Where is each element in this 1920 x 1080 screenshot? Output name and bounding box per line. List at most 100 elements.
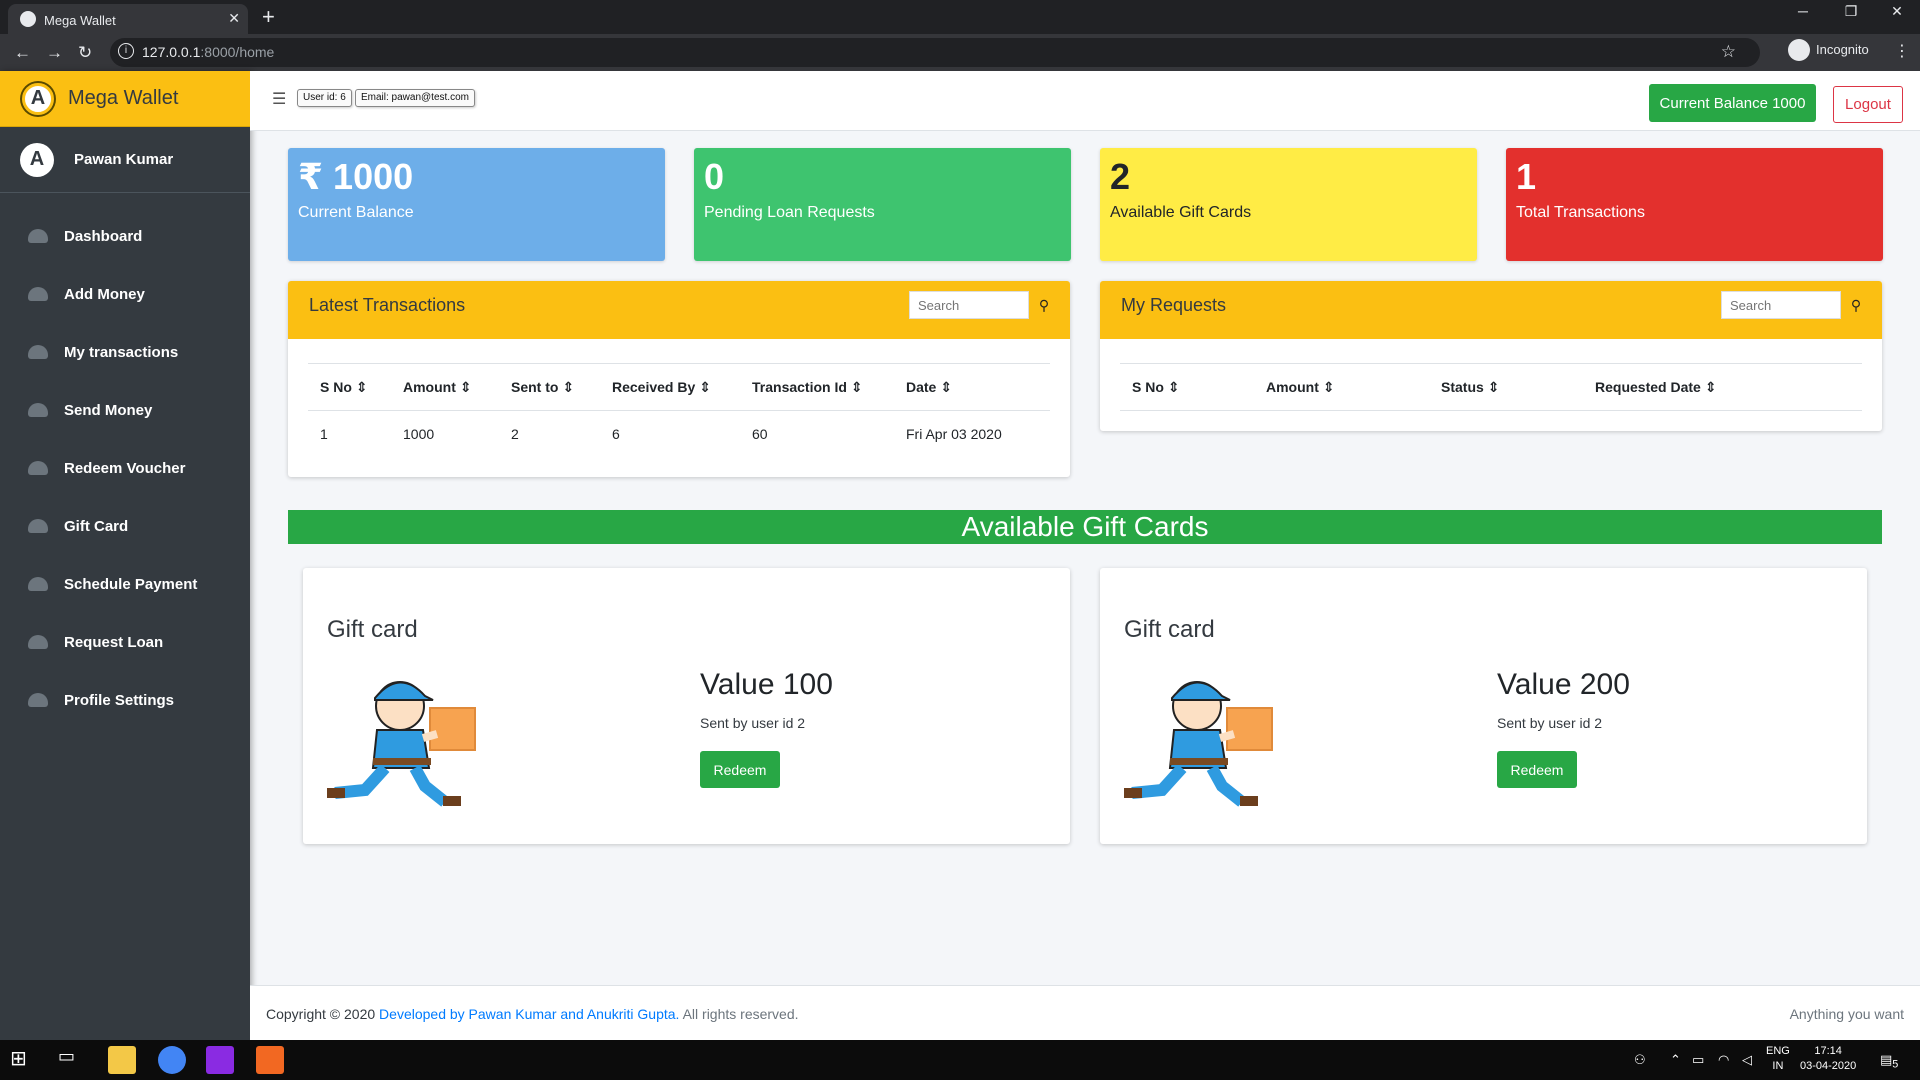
- sidebar-item-label: My transactions: [64, 343, 179, 361]
- current-balance-button[interactable]: Current Balance 1000: [1649, 84, 1816, 122]
- stat-gift-cards: 2 Available Gift Cards: [1100, 148, 1477, 261]
- top-navbar: ☰ User id: 6 Email: pawan@test.com Curre…: [250, 71, 1920, 131]
- sidebar-item-add-money[interactable]: Add Money: [0, 265, 250, 323]
- browser-tab-strip: Mega Wallet ✕ + ─ ❐ ✕: [0, 0, 1920, 34]
- transactions-table: S No ⇕ Amount ⇕ Sent to ⇕ Received By ⇕ …: [308, 363, 1050, 459]
- favicon-icon: [20, 11, 36, 27]
- sidebar-item-label: Schedule Payment: [64, 575, 198, 593]
- column-header-transaction-id[interactable]: Transaction Id ⇕: [752, 379, 863, 396]
- footer-tagline: Anything you want: [1789, 1006, 1904, 1022]
- table-cell: 60: [752, 426, 768, 442]
- volume-icon[interactable]: ◁: [1742, 1052, 1752, 1068]
- requests-search-input[interactable]: [1721, 291, 1841, 319]
- sidebar-item-dashboard[interactable]: Dashboard: [0, 207, 250, 265]
- latest-transactions-card: Latest Transactions ⚲ S No ⇕ Amount ⇕ Se…: [288, 281, 1070, 477]
- back-icon[interactable]: ←: [14, 43, 31, 63]
- file-explorer-icon[interactable]: [108, 1046, 136, 1074]
- column-header-sent-to[interactable]: Sent to ⇕: [511, 379, 574, 396]
- sidebar-item-gift-card[interactable]: Gift Card: [0, 497, 250, 555]
- sidebar-item-label: Redeem Voucher: [64, 459, 186, 477]
- sidebar-item-schedule-payment[interactable]: Schedule Payment: [0, 555, 250, 613]
- user-id-badge: User id: 6: [297, 89, 352, 107]
- brand-link[interactable]: A Mega Wallet: [0, 71, 250, 127]
- transactions-search-input[interactable]: [909, 291, 1029, 319]
- people-icon[interactable]: ⚇: [1634, 1052, 1646, 1068]
- minimize-icon[interactable]: ─: [1780, 3, 1826, 19]
- stat-current-balance: ₹ 1000 Current Balance: [288, 148, 665, 261]
- task-view-icon[interactable]: ▭: [58, 1046, 86, 1074]
- gift-card-value: Value 100: [700, 668, 833, 701]
- gift-card-title: Gift card: [327, 616, 418, 643]
- table-header-row: S No ⇕ Amount ⇕ Status ⇕ Requested Date …: [1120, 363, 1862, 411]
- close-window-icon[interactable]: ✕: [1874, 3, 1920, 20]
- xampp-icon[interactable]: [256, 1046, 284, 1074]
- notifications-icon[interactable]: ▤5: [1880, 1052, 1898, 1071]
- card-title: Latest Transactions: [309, 295, 466, 315]
- bookmark-star-icon[interactable]: ☆: [1721, 42, 1736, 62]
- gift-card-sender: Sent by user id 2: [1497, 715, 1603, 731]
- column-header-sno[interactable]: S No ⇕: [320, 379, 368, 396]
- my-requests-card: My Requests ⚲ S No ⇕ Amount ⇕ Status ⇕ R…: [1100, 281, 1882, 431]
- column-header-amount[interactable]: Amount ⇕: [1266, 379, 1335, 396]
- search-icon[interactable]: ⚲: [1842, 291, 1870, 319]
- sidebar-item-profile-settings[interactable]: Profile Settings: [0, 671, 250, 729]
- redeem-button[interactable]: Redeem: [1497, 751, 1577, 788]
- column-header-date[interactable]: Date ⇕: [906, 379, 952, 396]
- column-header-amount[interactable]: Amount ⇕: [403, 379, 472, 396]
- search-icon[interactable]: ⚲: [1030, 291, 1058, 319]
- sidebar-item-redeem-voucher[interactable]: Redeem Voucher: [0, 439, 250, 497]
- user-name: Pawan Kumar: [74, 151, 174, 168]
- dashboard-icon: [28, 693, 48, 707]
- stat-value: 2: [1110, 156, 1131, 197]
- browser-menu-icon[interactable]: ⋮: [1894, 41, 1910, 61]
- sidebar-item-send-money[interactable]: Send Money: [0, 381, 250, 439]
- email-badge: Email: pawan@test.com: [355, 89, 475, 107]
- stat-label: Total Transactions: [1516, 204, 1645, 221]
- menu-toggle-icon[interactable]: ☰: [272, 89, 286, 109]
- card-header: My Requests ⚲: [1100, 281, 1882, 339]
- developer-link[interactable]: Developed by Pawan Kumar and Anukriti Gu…: [379, 1006, 679, 1022]
- avatar: A: [20, 142, 54, 177]
- column-header-requested-date[interactable]: Requested Date ⇕: [1595, 379, 1716, 396]
- chevron-up-icon[interactable]: ⌃: [1670, 1052, 1681, 1068]
- windows-start-icon[interactable]: ⊞: [10, 1046, 38, 1074]
- browser-tab[interactable]: Mega Wallet ✕: [8, 4, 248, 34]
- incognito-icon: [1788, 39, 1810, 61]
- column-header-status[interactable]: Status ⇕: [1441, 379, 1499, 396]
- address-bar[interactable]: i 127.0.0.1:8000/home ☆: [110, 38, 1760, 67]
- sidebar-item-my-transactions[interactable]: My transactions: [0, 323, 250, 381]
- clock[interactable]: 17:14 03-04-2020: [1800, 1044, 1856, 1074]
- dashboard-icon: [28, 519, 48, 533]
- incognito-indicator[interactable]: Incognito: [1788, 39, 1869, 61]
- phpstorm-icon[interactable]: [206, 1046, 234, 1074]
- new-tab-icon[interactable]: +: [262, 4, 275, 30]
- stat-label: Available Gift Cards: [1110, 204, 1252, 221]
- sidebar-item-label: Gift Card: [64, 517, 129, 535]
- url-path: :8000/home: [200, 44, 275, 60]
- table-header-row: S No ⇕ Amount ⇕ Sent to ⇕ Received By ⇕ …: [308, 363, 1050, 411]
- browser-toolbar: ← → ↻ i 127.0.0.1:8000/home ☆ Incognito …: [0, 34, 1920, 71]
- sidebar-item-request-loan[interactable]: Request Loan: [0, 613, 250, 671]
- wifi-icon[interactable]: ◠: [1718, 1052, 1729, 1068]
- table-cell: 6: [612, 426, 620, 442]
- reload-icon[interactable]: ↻: [78, 43, 92, 63]
- info-icon[interactable]: i: [118, 43, 134, 59]
- restore-icon[interactable]: ❐: [1828, 3, 1874, 20]
- column-header-received-by[interactable]: Received By ⇕: [612, 379, 711, 396]
- redeem-button[interactable]: Redeem: [700, 751, 780, 788]
- user-panel[interactable]: A Pawan Kumar: [0, 127, 250, 193]
- column-header-sno[interactable]: S No ⇕: [1132, 379, 1180, 396]
- language-indicator[interactable]: ENG IN: [1766, 1044, 1790, 1074]
- delivery-man-icon: [327, 681, 476, 807]
- logout-button[interactable]: Logout: [1833, 86, 1903, 123]
- url-host: 127.0.0.1: [142, 44, 201, 60]
- close-tab-icon[interactable]: ✕: [228, 10, 240, 27]
- dashboard-icon: [28, 287, 48, 301]
- battery-icon[interactable]: ▭: [1692, 1052, 1704, 1068]
- brand-logo-icon: A: [22, 82, 54, 115]
- requests-table: S No ⇕ Amount ⇕ Status ⇕ Requested Date …: [1120, 363, 1862, 411]
- gift-card: Gift card Value 100 Sent by user id 2 Re…: [303, 568, 1070, 844]
- chrome-icon[interactable]: [158, 1046, 186, 1074]
- table-cell: Fri Apr 03 2020: [906, 426, 1002, 442]
- forward-icon[interactable]: →: [46, 43, 63, 63]
